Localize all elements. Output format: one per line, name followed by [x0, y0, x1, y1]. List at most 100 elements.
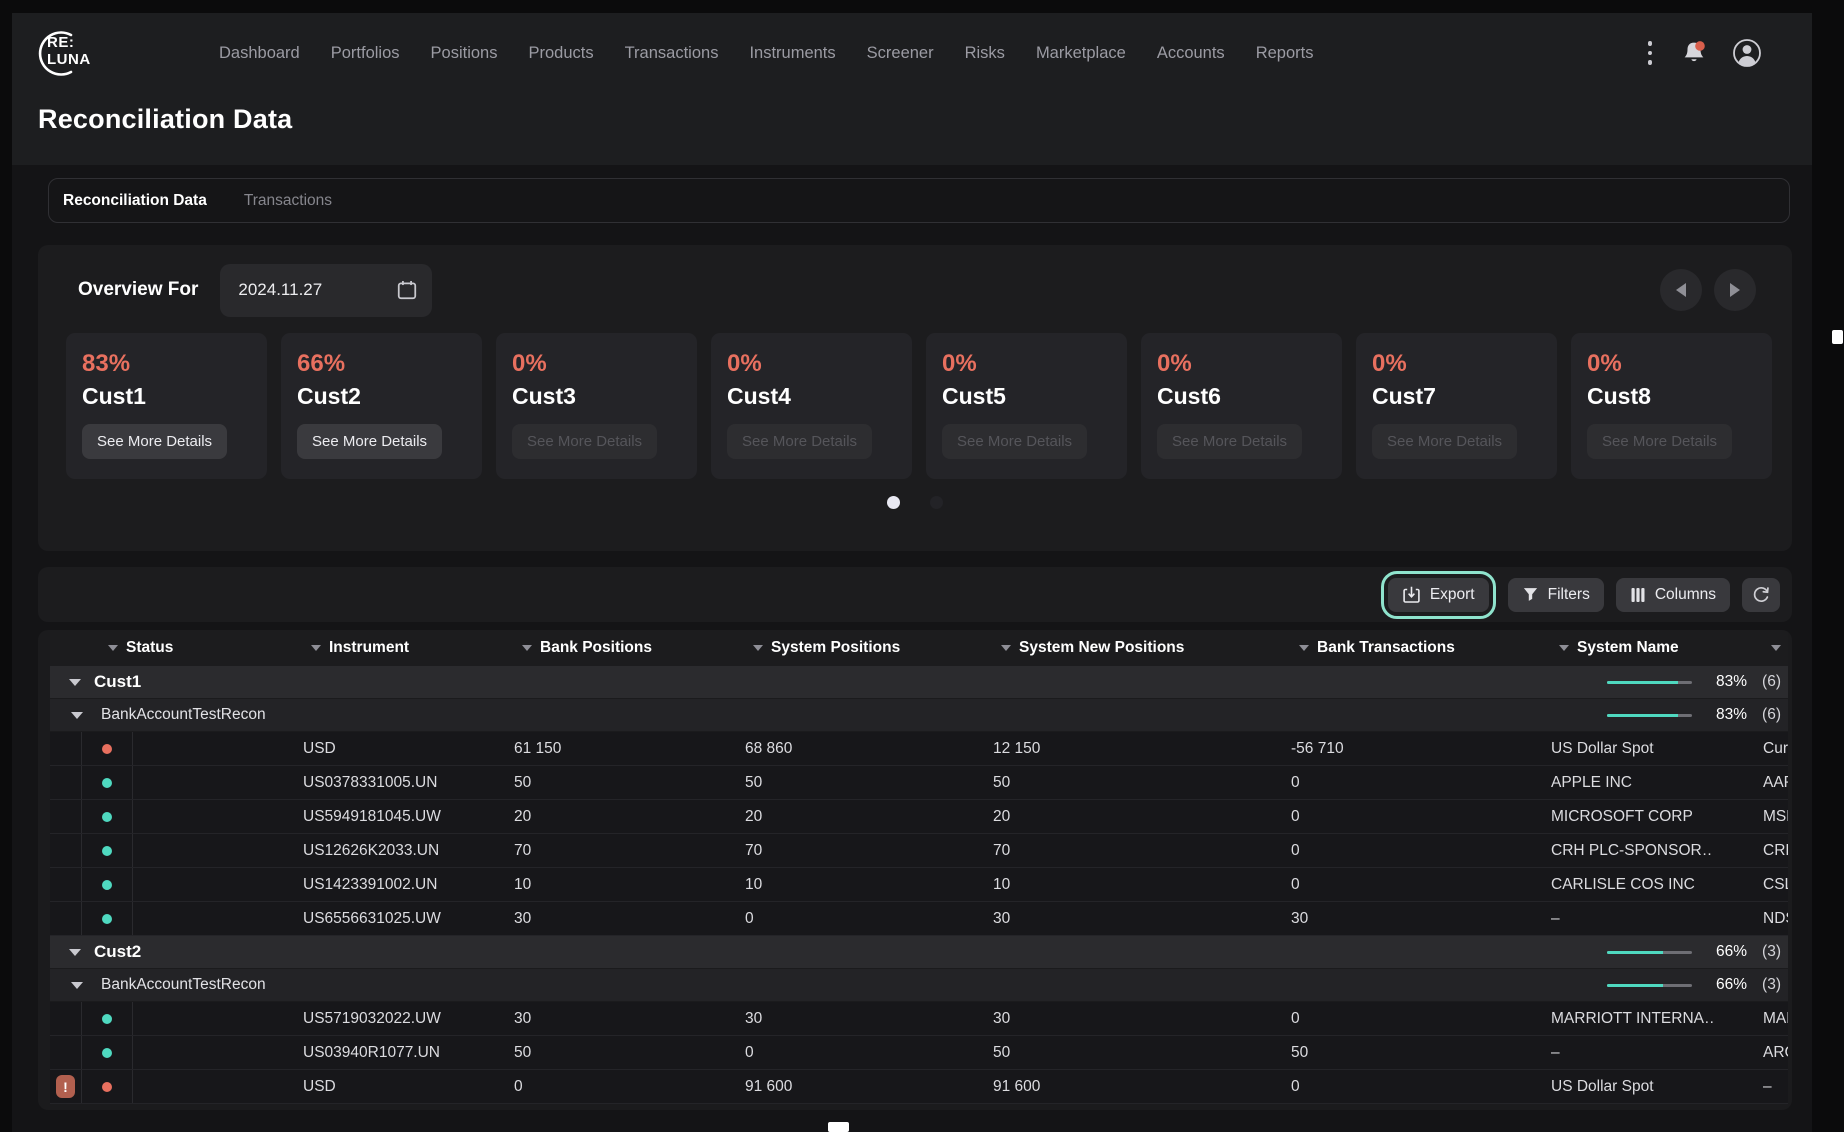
nav-item-screener[interactable]: Screener [867, 44, 934, 63]
user-avatar-icon[interactable] [1732, 38, 1762, 68]
export-highlight-ring: Export [1381, 571, 1496, 619]
table-row-us5949181045-uw[interactable]: US5949181045.UW2020200MICROSOFT CORPMSFT… [50, 800, 1788, 834]
column-header-label: Instrument [329, 639, 409, 657]
status-cell [82, 1002, 133, 1035]
see-more-details-button[interactable]: See More Details [512, 424, 657, 459]
overview-card-cust2: 66%Cust2See More Details [281, 333, 482, 479]
filter-caret-icon[interactable] [108, 645, 118, 651]
table-row-us03940r1077-un[interactable]: US03940R1077.UN5005050–ARCH RE [50, 1036, 1788, 1070]
filter-caret-icon[interactable] [1001, 645, 1011, 651]
card-percentage: 0% [1587, 350, 1756, 378]
status-error-dot [102, 744, 112, 754]
nav-item-portfolios[interactable]: Portfolios [331, 44, 400, 63]
collapse-caret-icon[interactable] [69, 679, 81, 686]
see-more-details-button[interactable]: See More Details [82, 424, 227, 459]
app-logo[interactable]: RE: LUNA [33, 25, 119, 81]
warning-cell [50, 834, 82, 867]
filter-caret-icon[interactable] [1299, 645, 1309, 651]
carousel-next-button[interactable] [1714, 269, 1756, 311]
overview-date-value: 2024.11.27 [238, 280, 396, 300]
column-header-label: System Name [1577, 639, 1679, 657]
cell-bank-name: MSFT US [1713, 808, 1788, 826]
see-more-details-button[interactable]: See More Details [297, 424, 442, 459]
refresh-button[interactable] [1742, 578, 1780, 612]
vertical-scrollbar-thumb[interactable] [1832, 330, 1843, 344]
see-more-details-button[interactable]: See More Details [1372, 424, 1517, 459]
kebab-menu-icon[interactable] [1644, 37, 1657, 69]
nav-item-instruments[interactable]: Instruments [749, 44, 835, 63]
nav-item-marketplace[interactable]: Marketplace [1036, 44, 1126, 63]
filter-caret-icon[interactable] [522, 645, 532, 651]
collapse-caret-icon[interactable] [71, 982, 83, 989]
table-header-row: StatusInstrumentBank PositionsSystem Pos… [50, 630, 1788, 666]
row-count: (3) [1762, 943, 1781, 961]
collapse-caret-icon[interactable] [69, 949, 81, 956]
filter-caret-icon[interactable] [1771, 645, 1781, 651]
table-row-us6556631025-uw[interactable]: US6556631025.UW3003030–NDSN US [50, 902, 1788, 936]
table-row-usd[interactable]: !USD091 60091 6000US Dollar Spot– [50, 1070, 1788, 1104]
nav-item-positions[interactable]: Positions [431, 44, 498, 63]
carousel-dot-2[interactable] [930, 496, 943, 509]
columns-button[interactable]: Columns [1616, 578, 1730, 612]
cell-system-name: US Dollar Spot [1501, 740, 1713, 758]
column-header-status: Status [82, 639, 253, 657]
notification-dot [1695, 41, 1705, 51]
nav-item-risks[interactable]: Risks [965, 44, 1005, 63]
table-row-us5719032022-uw[interactable]: US5719032022.UW3030300MARRIOTT INTERNA…M… [50, 1002, 1788, 1036]
cell-bank-name: CRH US [1713, 842, 1788, 860]
refresh-icon [1752, 585, 1771, 604]
overview-label: Overview For [78, 279, 198, 301]
status-error-dot [102, 1082, 112, 1092]
account-row-bankaccounttestrecon[interactable]: BankAccountTestRecon66%(3) [50, 969, 1788, 1002]
filter-caret-icon[interactable] [1559, 645, 1569, 651]
nav-item-products[interactable]: Products [528, 44, 593, 63]
carousel-dot-1[interactable] [887, 496, 900, 509]
see-more-details-button[interactable]: See More Details [942, 424, 1087, 459]
cell-system-new-positions: 10 [943, 876, 1241, 894]
see-more-details-button[interactable]: See More Details [1157, 424, 1302, 459]
card-percentage: 0% [512, 350, 681, 378]
notifications-bell-icon[interactable] [1681, 40, 1707, 66]
horizontal-scrollbar-thumb[interactable] [828, 1122, 849, 1132]
calendar-icon[interactable] [396, 279, 418, 301]
filter-caret-icon[interactable] [753, 645, 763, 651]
card-percentage: 0% [942, 350, 1111, 378]
tab-reconciliation-data[interactable]: Reconciliation Data [63, 192, 207, 210]
reconciliation-progress: 66%(3) [1607, 976, 1781, 994]
filters-label: Filters [1548, 586, 1590, 604]
account-row-bankaccounttestrecon[interactable]: BankAccountTestRecon83%(6) [50, 699, 1788, 732]
cell-system-positions: 68 860 [695, 740, 943, 758]
nav-item-reports[interactable]: Reports [1256, 44, 1314, 63]
status-cell [82, 1036, 133, 1069]
see-more-details-button[interactable]: See More Details [727, 424, 872, 459]
column-header-instrument: Instrument [253, 639, 464, 657]
column-header-bank-positions: Bank Positions [464, 639, 695, 657]
nav-item-accounts[interactable]: Accounts [1157, 44, 1225, 63]
export-button[interactable]: Export [1388, 578, 1489, 612]
collapse-caret-icon[interactable] [71, 712, 83, 719]
nav-item-transactions[interactable]: Transactions [625, 44, 719, 63]
progress-bar [1607, 951, 1692, 954]
table-toolbar: Export Filters Columns [38, 567, 1792, 622]
group-row-cust2[interactable]: Cust266%(3) [50, 936, 1788, 969]
nav-item-dashboard[interactable]: Dashboard [219, 44, 300, 63]
table-row-usd[interactable]: USD61 15068 86012 150-56 710US Dollar Sp… [50, 732, 1788, 766]
cell-bank-positions: 0 [464, 1078, 695, 1096]
overview-date-input[interactable]: 2024.11.27 [220, 264, 432, 317]
table-row-us12626k2033-un[interactable]: US12626K2033.UN7070700CRH PLC-SPONSOR…CR… [50, 834, 1788, 868]
card-customer-name: Cust2 [297, 383, 466, 410]
table-row-us0378331005-un[interactable]: US0378331005.UN5050500APPLE INCAAPL UN [50, 766, 1788, 800]
filter-caret-icon[interactable] [311, 645, 321, 651]
card-percentage: 0% [1372, 350, 1541, 378]
group-row-cust1[interactable]: Cust183%(6) [50, 666, 1788, 699]
see-more-details-button[interactable]: See More Details [1587, 424, 1732, 459]
status-ok-dot [102, 778, 112, 788]
table-row-us1423391002-un[interactable]: US1423391002.UN1010100CARLISLE COS INCCS… [50, 868, 1788, 902]
tab-transactions[interactable]: Transactions [244, 192, 332, 210]
cell-bank-name: Current a [1713, 740, 1788, 758]
cell-bank-name: CSL US E [1713, 876, 1788, 894]
carousel-prev-button[interactable] [1660, 269, 1702, 311]
reconciliation-page: RE: LUNA Dashboard Portfolios Positions Pro… [0, 0, 1844, 1132]
filters-button[interactable]: Filters [1508, 578, 1604, 612]
columns-icon [1630, 587, 1646, 603]
